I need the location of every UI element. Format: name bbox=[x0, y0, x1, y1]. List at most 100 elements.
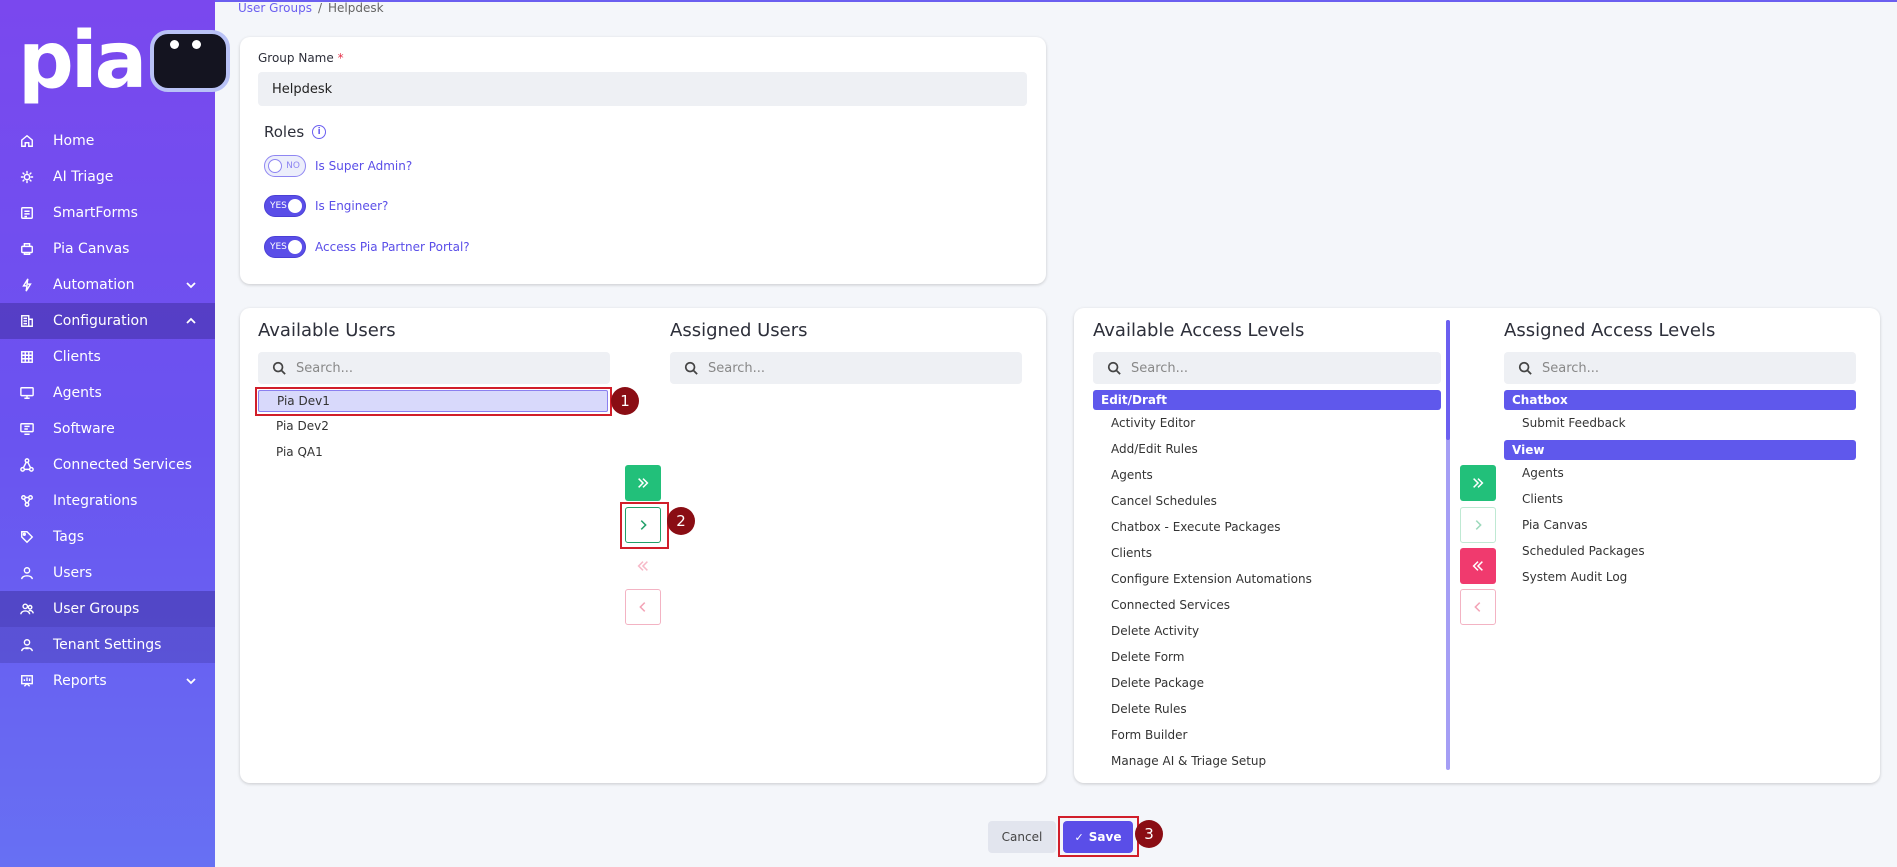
sidebar-item-smartforms[interactable]: SmartForms bbox=[0, 195, 215, 231]
partner-portal-toggle[interactable]: YES bbox=[264, 236, 306, 258]
group-name-label: Group Name * bbox=[258, 51, 344, 65]
list-item[interactable]: Form Builder bbox=[1093, 725, 1433, 745]
list-item[interactable]: Agents bbox=[1504, 463, 1844, 483]
list-item[interactable]: Submit Feedback bbox=[1504, 413, 1844, 433]
access-group-header[interactable]: View bbox=[1504, 440, 1856, 460]
list-item[interactable]: Clients bbox=[1093, 543, 1433, 563]
available-access-scrollbar[interactable] bbox=[1446, 320, 1450, 770]
list-item[interactable]: Connected Services bbox=[1093, 595, 1433, 615]
canvas-icon bbox=[20, 242, 34, 256]
list-item[interactable]: Clients bbox=[1504, 489, 1844, 509]
list-item[interactable]: Add/Edit Rules bbox=[1093, 439, 1433, 459]
list-item[interactable]: Delete Rules bbox=[1093, 699, 1433, 719]
breadcrumb: User Groups / Helpdesk bbox=[238, 1, 384, 15]
chevron-up-icon[interactable] bbox=[185, 315, 197, 327]
engineer-label: Is Engineer? bbox=[315, 199, 389, 213]
sidebar-item-configuration[interactable]: Configuration bbox=[0, 303, 215, 339]
sidebar-item-label: Pia Canvas bbox=[53, 241, 130, 257]
chevron-right-icon bbox=[1475, 520, 1482, 530]
list-item[interactable]: Pia QA1 bbox=[258, 441, 608, 463]
scrollbar-thumb[interactable] bbox=[1446, 320, 1450, 440]
engineer-toggle[interactable]: YES bbox=[264, 195, 306, 217]
top-accent-line bbox=[215, 0, 1897, 2]
home-icon bbox=[20, 134, 34, 148]
list-item[interactable]: Delete Form bbox=[1093, 647, 1433, 667]
sidebar-item-label: Automation bbox=[53, 277, 135, 293]
sidebar-item-automation[interactable]: Automation bbox=[0, 267, 215, 303]
sidebar-item-ai-triage[interactable]: AI Triage bbox=[0, 159, 215, 195]
sidebar-item-agents[interactable]: Agents bbox=[0, 375, 215, 411]
info-icon[interactable]: i bbox=[312, 125, 327, 139]
sidebar-item-pia-canvas[interactable]: Pia Canvas bbox=[0, 231, 215, 267]
list-item[interactable]: Manage AI & Triage Setup bbox=[1093, 751, 1433, 771]
sidebar-item-user-groups[interactable]: User Groups bbox=[0, 591, 215, 627]
search-icon bbox=[1518, 361, 1532, 375]
cancel-button[interactable]: Cancel bbox=[988, 821, 1056, 853]
move-all-right-button[interactable] bbox=[625, 465, 661, 501]
sidebar-item-reports[interactable]: Reports bbox=[0, 663, 215, 699]
access-move-all-left-button[interactable] bbox=[1460, 548, 1496, 584]
role-engineer: YES Is Engineer? bbox=[264, 195, 388, 217]
chevron-left-icon bbox=[1474, 602, 1481, 612]
super-admin-toggle[interactable]: NO bbox=[264, 155, 306, 177]
list-item[interactable]: Delete Activity bbox=[1093, 621, 1433, 641]
assigned-access-search[interactable]: Search... bbox=[1504, 352, 1856, 384]
breadcrumb-current: Helpdesk bbox=[328, 1, 384, 15]
automation-icon bbox=[20, 278, 34, 292]
sidebar-item-tags[interactable]: Tags bbox=[0, 519, 215, 555]
sidebar-item-label: User Groups bbox=[53, 601, 140, 617]
annotation-box-1 bbox=[255, 387, 612, 416]
double-chevron-left-icon bbox=[1472, 561, 1483, 571]
list-item[interactable]: Cancel Schedules bbox=[1093, 491, 1433, 511]
sidebar: pia Home AI Triage SmartForms Pia Canvas… bbox=[0, 0, 230, 867]
group-name-input[interactable]: Helpdesk bbox=[258, 72, 1027, 106]
agents-icon bbox=[20, 386, 34, 400]
available-access-search[interactable]: Search... bbox=[1093, 352, 1441, 384]
sidebar-item-connected-services[interactable]: Connected Services bbox=[0, 447, 215, 483]
sidebar-item-label: Connected Services bbox=[53, 457, 192, 473]
connected-services-icon bbox=[20, 458, 34, 472]
move-all-left-button[interactable] bbox=[625, 548, 661, 584]
sidebar-item-software[interactable]: Software bbox=[0, 411, 215, 447]
chevron-down-icon[interactable] bbox=[185, 675, 197, 687]
sidebar-item-tenant-settings[interactable]: Tenant Settings bbox=[0, 627, 215, 663]
search-icon bbox=[1107, 361, 1121, 375]
list-item[interactable]: Pia Canvas bbox=[1504, 515, 1844, 535]
available-users-title: Available Users bbox=[258, 320, 396, 341]
tag-icon bbox=[20, 530, 34, 544]
access-move-right-button[interactable] bbox=[1460, 507, 1496, 543]
save-button[interactable]: ✓ Save bbox=[1063, 821, 1133, 853]
user-icon bbox=[20, 566, 34, 580]
list-item[interactable]: Configure Extension Automations bbox=[1093, 569, 1433, 589]
sidebar-item-label: SmartForms bbox=[53, 205, 138, 221]
list-item[interactable]: Activity Editor bbox=[1093, 413, 1433, 433]
sidebar-item-users[interactable]: Users bbox=[0, 555, 215, 591]
assigned-users-search[interactable]: Search... bbox=[670, 352, 1022, 384]
list-item[interactable]: Delete Package bbox=[1093, 673, 1433, 693]
sidebar-item-label: Reports bbox=[53, 673, 107, 689]
list-item[interactable]: Agents bbox=[1093, 465, 1433, 485]
sidebar-item-label: Configuration bbox=[53, 313, 148, 329]
sidebar-item-label: Clients bbox=[53, 349, 101, 365]
list-item[interactable]: Chatbox - Execute Packages bbox=[1093, 517, 1433, 537]
user-groups-icon bbox=[20, 602, 34, 616]
chevron-down-icon[interactable] bbox=[185, 279, 197, 291]
available-users-search[interactable]: Search... bbox=[258, 352, 610, 384]
list-item[interactable]: Scheduled Packages bbox=[1504, 541, 1844, 561]
partner-portal-label: Access Pia Partner Portal? bbox=[315, 240, 470, 254]
sidebar-item-integrations[interactable]: Integrations bbox=[0, 483, 215, 519]
access-move-left-button[interactable] bbox=[1460, 589, 1496, 625]
sidebar-item-label: Tenant Settings bbox=[53, 637, 162, 653]
annotation-marker-2: 2 bbox=[667, 507, 695, 535]
move-left-button[interactable] bbox=[625, 589, 661, 625]
access-group-header[interactable]: Chatbox bbox=[1504, 390, 1856, 410]
list-item[interactable]: Pia Dev2 bbox=[258, 415, 608, 437]
breadcrumb-parent-link[interactable]: User Groups bbox=[238, 1, 312, 15]
access-move-all-right-button[interactable] bbox=[1460, 465, 1496, 501]
access-group-header[interactable]: Edit/Draft bbox=[1093, 390, 1441, 410]
role-super-admin: NO Is Super Admin? bbox=[264, 155, 412, 177]
sidebar-item-clients[interactable]: Clients bbox=[0, 339, 215, 375]
sidebar-item-home[interactable]: Home bbox=[0, 123, 215, 159]
roles-title: Roles i bbox=[264, 123, 327, 141]
list-item[interactable]: System Audit Log bbox=[1504, 567, 1844, 587]
